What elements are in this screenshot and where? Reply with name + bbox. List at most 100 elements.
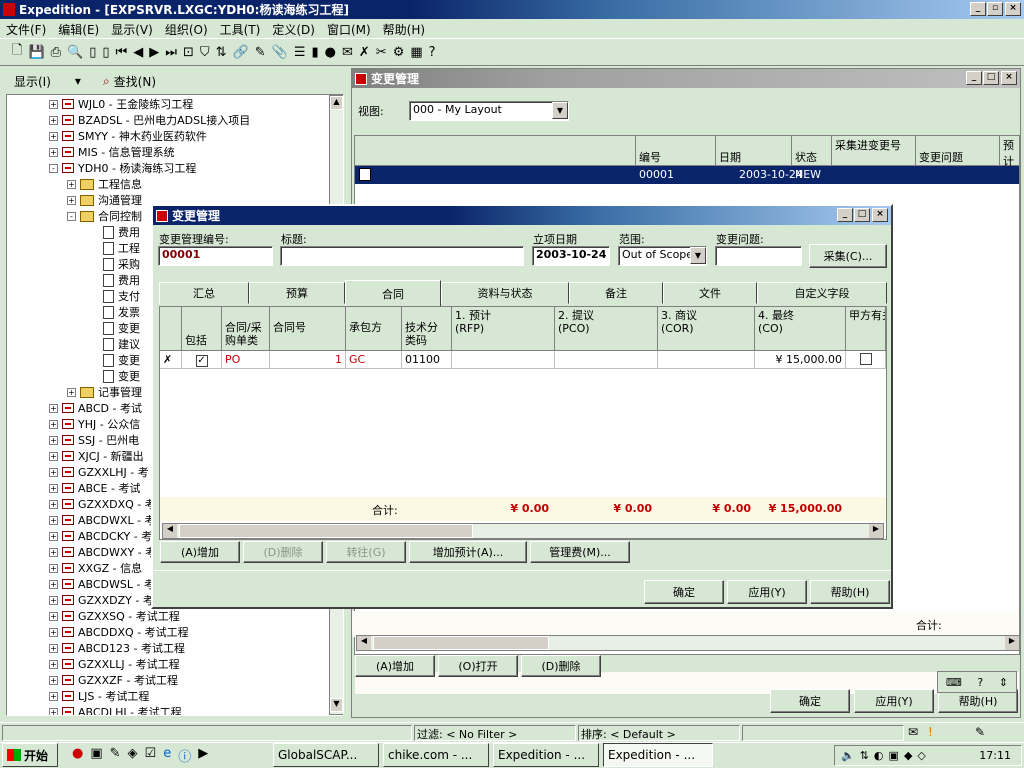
title-field[interactable] [280,246,524,266]
expand-icon[interactable]: + [49,403,58,413]
expand-icon[interactable]: + [67,387,76,397]
tab-status[interactable]: 资料与状态 [441,282,569,304]
bg-delete-button[interactable]: (D)删除 [521,655,601,677]
expand-icon[interactable]: + [49,99,58,109]
col-est[interactable]: 预计 [999,136,1019,166]
tool-icon[interactable]: ✂ [376,45,387,60]
expand-icon[interactable]: + [67,179,76,189]
tab-custom[interactable]: 自定义字段 [757,282,887,304]
tree-project[interactable]: + BZADSL - 巴州电力ADSL接入项目 [49,112,250,128]
col-owner[interactable]: 甲方有关 [846,307,886,351]
expand-icon[interactable]: + [67,195,76,205]
tree-document[interactable]: 支付 [103,288,140,304]
dialog-close-button[interactable]: × [872,208,888,222]
co-cell[interactable]: ¥ 15,000.00 [755,351,846,369]
tray-5-icon[interactable]: ◆ [904,749,912,762]
tab-files[interactable]: 文件 [663,282,757,304]
spin-icon[interactable]: ⇕ [999,676,1008,689]
tree-document[interactable]: 工程 [103,240,140,256]
runner-icon[interactable]: ✗ [359,45,370,60]
expand-icon[interactable]: + [49,579,58,589]
contract-scroll-right-icon[interactable]: ▶ [869,524,883,538]
cor-cell[interactable] [658,351,755,369]
scope-select[interactable]: Out of Scope ▼ [618,246,707,266]
menu-file[interactable]: 文件(F) [6,21,46,37]
tree-project[interactable]: + ABCDDXQ - 考试工程 [49,624,189,640]
tree-project[interactable]: + GZXXDXQ - 考 [49,496,156,512]
task-globalscape[interactable]: GlobalSCAP... [273,743,379,767]
menu-view[interactable]: 显示(V) [111,21,153,37]
tree-folder[interactable]: - 合同控制 [67,208,142,224]
menu-tools[interactable]: 工具(T) [220,21,261,37]
contract-scroll-thumb[interactable] [179,524,473,538]
menu-edit[interactable]: 编辑(E) [58,21,99,37]
tree-document[interactable]: 变更 [103,320,140,336]
date-field[interactable]: 2003-10-24 [532,246,610,266]
expand-icon[interactable]: + [49,419,58,429]
media-icon[interactable]: ▶ [198,746,208,764]
bg-scroll-right-icon[interactable]: ▶ [1005,636,1019,650]
tree-project[interactable]: + ABCDWXY - 考 [49,544,156,560]
last-icon[interactable]: ⏭ [165,45,177,60]
tray-3-icon[interactable]: ◐ [874,749,884,762]
rfp-cell[interactable] [452,351,555,369]
contract-grid[interactable]: 包括 合同/采购单类 合同号 承包方 技术分类码 1. 预计 (RFP) 2. … [159,306,887,540]
view-dropdown[interactable]: 显示(I) [14,73,51,90]
issue-field[interactable] [715,246,802,266]
goto-button[interactable]: 转往(G) [326,541,406,563]
expand-icon[interactable]: + [49,627,58,637]
no-field[interactable]: 00001 [158,246,273,266]
help-icon[interactable]: ? [429,45,436,60]
expand-icon[interactable]: + [49,707,58,715]
tree-document[interactable]: 变更 [103,352,140,368]
dialog-maximize-button[interactable]: □ [854,208,870,222]
new-icon[interactable]: 🗋 [12,41,22,63]
dialog-minimize-button[interactable]: _ [837,208,853,222]
scroll-up-icon[interactable]: ▲ [330,96,343,110]
ie-icon[interactable]: e [163,746,171,764]
task-expedition-2[interactable]: Expedition - ... [603,743,713,767]
tree-folder[interactable]: + 沟通管理 [67,192,142,208]
tree-project[interactable]: + ABCD123 - 考试工程 [49,640,185,656]
minimize-button[interactable]: _ [970,2,986,16]
grid-delete-button[interactable]: (D)删除 [243,541,323,563]
scope-dropdown-icon[interactable]: ▼ [690,247,706,264]
tech-code-cell[interactable]: 01100 [402,351,452,369]
keyboard-icon[interactable]: ⌨ [946,676,962,689]
dialog-apply-button[interactable]: 应用(Y) [727,580,807,604]
find-button[interactable]: 查找(N) [114,73,156,90]
bg-open-button[interactable]: (O)打开 [438,655,518,677]
network-icon[interactable]: ⇅ [860,749,869,762]
print-icon[interactable]: ⎙ [51,45,61,60]
tree-project[interactable]: + ABCDWXL - 考 [49,512,156,528]
prev-icon[interactable]: ◀ [133,45,143,60]
expand-icon[interactable]: + [49,115,58,125]
bg-close-button[interactable]: × [1001,71,1017,85]
bg-add-button[interactable]: (A)增加 [355,655,435,677]
calendar-icon[interactable]: ▦ [410,45,422,60]
col-status[interactable]: 状态 [791,136,831,166]
copy2-icon[interactable]: ▯ [102,45,109,60]
link-icon[interactable]: 🔗 [233,45,249,60]
tree-project[interactable]: - YDH0 - 杨读海练习工程 [49,160,196,176]
tree-project[interactable]: + SMYY - 神木药业医药软件 [49,128,207,144]
include-checkbox[interactable]: ✓ [195,355,208,367]
tree-project[interactable]: + SSJ - 巴州电 [49,432,139,448]
quicklaunch-2-icon[interactable]: ▣ [90,746,102,764]
expand-icon[interactable]: + [49,515,58,525]
sort-icon[interactable]: ⇅ [216,45,227,60]
quicklaunch-3-icon[interactable]: ✎ [110,746,121,764]
type-cell[interactable]: PO [222,351,270,369]
change-row[interactable]: 00001 2003-10-24 NEW [355,166,1019,184]
bg-minimize-button[interactable]: _ [966,71,982,85]
tab-summary[interactable]: 汇总 [159,282,249,304]
col-date[interactable]: 日期 [715,136,791,166]
clip-icon[interactable]: 📎 [272,45,288,60]
expand-icon[interactable]: + [49,147,58,157]
task-expedition-1[interactable]: Expedition - ... [493,743,599,767]
quicklaunch-1-icon[interactable]: ● [72,746,83,764]
expand-icon[interactable]: + [49,547,58,557]
col-tech-code[interactable]: 技术分类码 [402,307,452,351]
pco-cell[interactable] [555,351,658,369]
tree-folder[interactable]: + 工程信息 [67,176,142,192]
